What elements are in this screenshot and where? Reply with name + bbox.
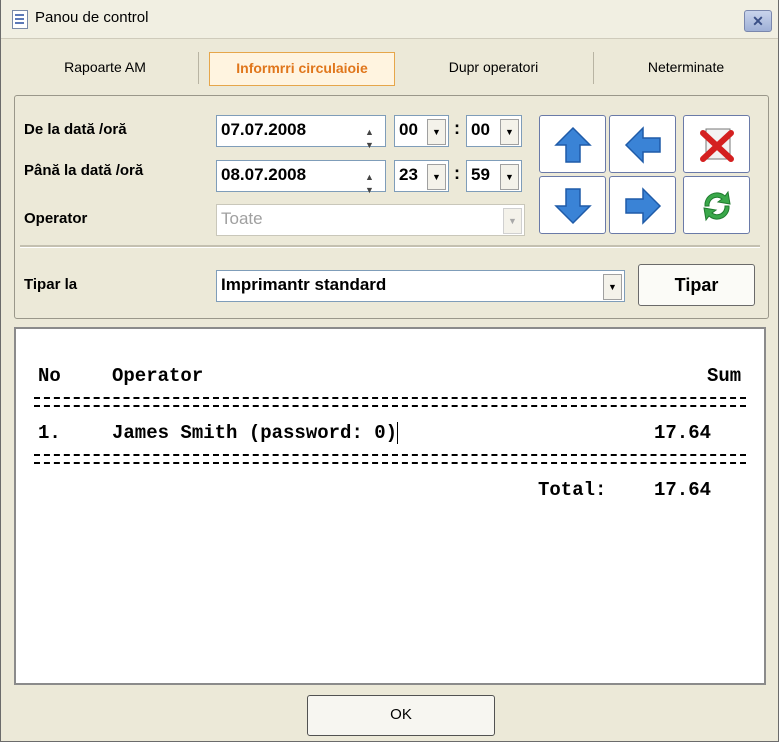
arrow-up-icon <box>554 126 592 163</box>
print-label: Tipar la <box>24 276 78 293</box>
arrow-left-icon <box>624 126 661 164</box>
from-date-value: 07.07.2008 <box>221 120 307 139</box>
chevron-down-icon[interactable]: ▼ <box>427 164 446 190</box>
operator-label: Operator <box>24 210 88 227</box>
chevron-down-icon[interactable]: ▼ <box>503 208 522 234</box>
printer-select[interactable]: Imprimantr standard ▼ <box>216 270 625 302</box>
from-date-field[interactable]: 07.07.2008 ▲ ▼ <box>216 115 386 150</box>
from-minute-select[interactable]: 00 ▼ <box>466 115 522 147</box>
chevron-down-icon[interactable]: ▼ <box>603 274 622 300</box>
move-up-button[interactable] <box>539 115 606 173</box>
arrow-down-icon <box>554 188 592 225</box>
from-date-label: De la dată /oră <box>24 121 127 138</box>
to-hour-select[interactable]: 23 ▼ <box>394 160 449 192</box>
to-minute-select[interactable]: 59 ▼ <box>466 160 522 192</box>
move-left-button[interactable] <box>609 115 676 173</box>
ok-button[interactable]: OK <box>307 695 495 736</box>
column-header-sum: Sum <box>707 365 742 387</box>
print-button[interactable]: Tipar <box>638 264 755 306</box>
operator-value: Toate <box>221 209 263 228</box>
to-date-label: Până la dată /oră <box>24 162 144 179</box>
to-hour-value: 23 <box>399 165 418 184</box>
column-header-operator: Operator <box>112 365 204 387</box>
from-date-spinner[interactable]: ▲ ▼ <box>359 116 379 150</box>
operator-select[interactable]: Toate ▼ <box>216 204 525 236</box>
control-panel-window: Panou de control ✕ Rapoarte AM Informrri… <box>0 0 779 742</box>
from-minute-value: 00 <box>471 120 490 139</box>
chevron-down-icon[interactable]: ▼ <box>500 164 519 190</box>
to-minute-value: 59 <box>471 165 490 184</box>
move-right-button[interactable] <box>609 176 676 234</box>
table-row: James Smith (password: 0) <box>112 422 399 445</box>
chevron-down-icon[interactable]: ▼ <box>500 119 519 145</box>
from-hour-select[interactable]: 00 ▼ <box>394 115 449 147</box>
tab-rapoarte-am[interactable]: Rapoarte AM <box>12 52 199 84</box>
time-separator: : <box>454 118 460 138</box>
text-cursor <box>397 422 399 444</box>
window-title: Panou de control <box>35 9 149 26</box>
delete-icon <box>700 128 734 162</box>
separator-line <box>34 397 746 407</box>
total-label: Total: <box>538 479 607 501</box>
row-sum: 17.64 <box>654 422 712 444</box>
refresh-icon <box>703 190 731 222</box>
from-hour-value: 00 <box>399 120 418 139</box>
row-operator: James Smith (password: 0) <box>112 422 398 445</box>
to-date-value: 08.07.2008 <box>221 165 307 184</box>
tab-informatii-circulatie[interactable]: Informrri circulaioie <box>209 52 395 86</box>
tab-neterminate[interactable]: Neterminate <box>594 52 778 84</box>
time-separator: : <box>454 163 460 183</box>
divider <box>20 245 760 248</box>
tab-bar: Rapoarte AM Informrri circulaioie Dupr o… <box>1 39 778 87</box>
separator-line <box>34 454 746 464</box>
refresh-button[interactable] <box>683 176 750 234</box>
total-value: 17.64 <box>654 479 712 501</box>
document-icon <box>12 10 28 29</box>
tab-dupa-operatori[interactable]: Dupr operatori <box>394 52 594 84</box>
chevron-down-icon[interactable]: ▼ <box>427 119 446 145</box>
delete-button[interactable] <box>683 115 750 173</box>
printer-value: Imprimantr standard <box>221 275 387 294</box>
column-header-no: No <box>38 365 61 387</box>
to-date-field[interactable]: 08.07.2008 ▲ ▼ <box>216 160 386 195</box>
report-view[interactable]: No Operator Sum 1. James Smith (password… <box>14 327 766 685</box>
title-bar: Panou de control ✕ <box>1 0 778 39</box>
arrow-right-icon <box>625 187 662 225</box>
close-button[interactable]: ✕ <box>744 10 772 32</box>
move-down-button[interactable] <box>539 176 606 234</box>
to-date-spinner[interactable]: ▲ ▼ <box>359 161 379 195</box>
row-number: 1. <box>38 422 61 444</box>
